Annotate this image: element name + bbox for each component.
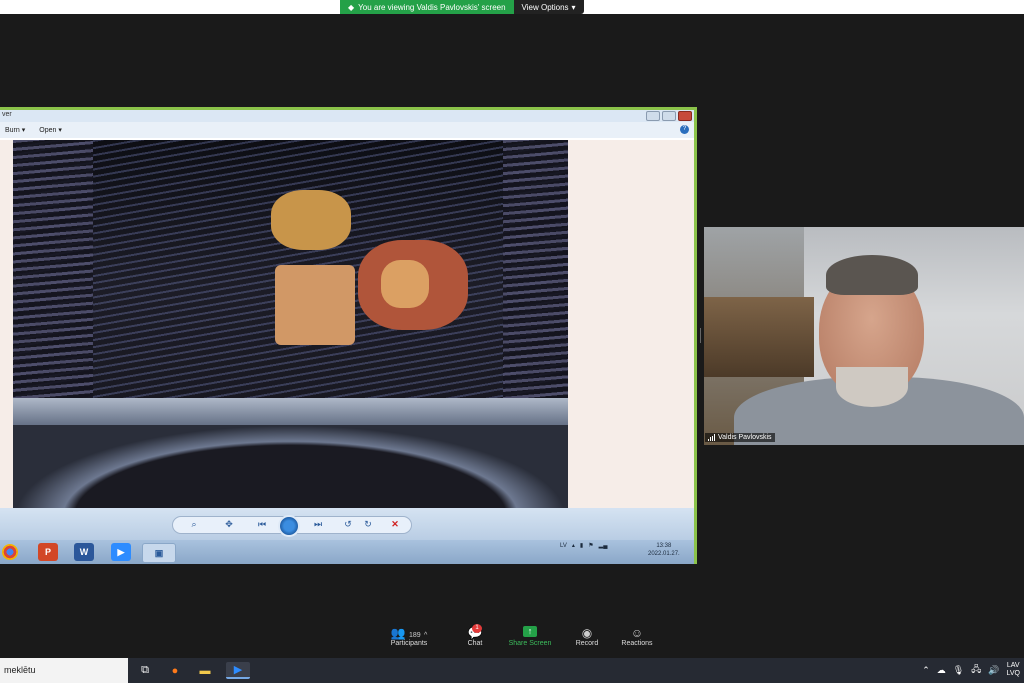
chevron-up-icon[interactable]: ^: [424, 632, 427, 639]
system-tray: ⌃ ☁ 🎙 🖧 🔊 LAV LVQ: [922, 662, 1020, 678]
chat-button[interactable]: 💬 1 Chat: [462, 624, 488, 647]
chevron-up-icon[interactable]: ▴: [572, 542, 575, 549]
zoom-icon[interactable]: ⌕: [187, 517, 201, 531]
task-view-icon[interactable]: ⧉: [136, 662, 154, 679]
clock-time: 13:38: [656, 543, 672, 549]
flag-icon: ⚑: [588, 543, 594, 549]
smiley-icon: ☺: [630, 626, 644, 640]
zoom-icon[interactable]: ▶: [111, 543, 131, 561]
previous-icon[interactable]: ⏮: [255, 517, 269, 531]
next-icon[interactable]: ⏭: [311, 517, 325, 531]
viewing-banner: ◆ You are viewing Valdis Pavlovskis' scr…: [340, 0, 584, 14]
file-explorer-icon[interactable]: ▬: [196, 662, 214, 679]
record-icon: ◉: [581, 626, 593, 640]
signal-icon: ▂▄: [598, 543, 608, 549]
slideshow-icon[interactable]: [278, 515, 300, 537]
tray-lang[interactable]: LV: [560, 543, 567, 549]
firefox-icon[interactable]: ●: [166, 662, 184, 679]
chrome-icon[interactable]: [2, 544, 18, 560]
fit-icon[interactable]: ✥: [222, 517, 236, 531]
window-title: ver: [2, 111, 12, 118]
view-options-label: View Options: [521, 2, 569, 12]
close-icon[interactable]: [678, 111, 692, 121]
chevron-up-icon[interactable]: ⌃: [922, 665, 930, 676]
inner-tray: LV ▴ ▮ ⚑ ▂▄: [560, 542, 608, 550]
shield-icon: ◆: [348, 2, 355, 12]
participants-button[interactable]: 👥 189 ^ Participants: [389, 626, 429, 647]
share-label: Share Screen: [508, 640, 552, 647]
microphone-icon[interactable]: 🎙: [953, 665, 964, 676]
menu-open[interactable]: Open ▾: [39, 126, 62, 134]
photo-viewer-menubar: Burn ▾ Open ▾: [0, 122, 694, 138]
photo-margin-right: [568, 140, 694, 508]
chat-badge: 1: [472, 624, 482, 633]
signal-bars-icon: [708, 434, 715, 441]
viewing-text: You are viewing Valdis Pavlovskis' scree…: [358, 2, 506, 12]
viewing-indicator: ◆ You are viewing Valdis Pavlovskis' scr…: [340, 0, 514, 14]
puppet-photo: [13, 140, 568, 508]
powerpoint-icon[interactable]: P: [38, 543, 58, 561]
taskbar-search[interactable]: meklētu: [0, 658, 128, 683]
inner-clock: 13:38 2022.01.27.: [648, 542, 680, 558]
participants-icon: 👥: [390, 626, 406, 640]
shared-screen: ver Burn ▾ Open ▾ ? ⌕ ✥ ⏮ ⏭ ↺ ↻ ✕ P W ▶ …: [0, 107, 697, 564]
photo-viewer-icon[interactable]: ▣: [142, 543, 176, 563]
record-label: Record: [575, 640, 599, 647]
network-icon[interactable]: 🖧: [971, 662, 981, 678]
share-screen-button[interactable]: ↑ Share Screen: [506, 626, 554, 647]
participant-name: Valdis Pavlovskis: [718, 434, 772, 441]
participants-count: 189: [408, 632, 421, 639]
zoom-taskbar-icon[interactable]: ▶: [226, 662, 250, 679]
menu-burn[interactable]: Burn ▾: [5, 126, 25, 134]
chevron-down-icon: ▾: [571, 2, 576, 12]
chat-label: Chat: [467, 640, 483, 647]
photo-viewer-titlebar: ver: [0, 110, 694, 122]
clock-date: 2022.01.27.: [648, 551, 680, 557]
rotate-right-icon[interactable]: ↻: [361, 517, 375, 531]
minimize-icon[interactable]: [646, 111, 660, 121]
reactions-button[interactable]: ☺ Reactions: [618, 626, 656, 647]
help-icon[interactable]: ?: [680, 125, 689, 134]
maximize-icon[interactable]: [662, 111, 676, 121]
network-icon: ▮: [579, 543, 584, 549]
record-button[interactable]: ◉ Record: [572, 626, 602, 647]
participant-video: [704, 227, 1024, 445]
participants-label: Participants: [390, 640, 428, 647]
participant-name-tag: Valdis Pavlovskis: [705, 433, 775, 442]
zoom-toolbar: 👥 189 ^ Participants 💬 1 Chat ↑ Share Scr…: [0, 622, 1024, 658]
language-indicator[interactable]: LAV LVQ: [1007, 662, 1021, 678]
delete-icon[interactable]: ✕: [388, 517, 402, 531]
photo-margin-left: [0, 140, 13, 508]
photo-viewer-controls: ⌕ ✥ ⏮ ⏭ ↺ ↻ ✕: [0, 508, 694, 540]
view-options-button[interactable]: View Options ▾: [513, 0, 584, 14]
share-arrow-icon: ↑: [523, 626, 537, 637]
reactions-label: Reactions: [621, 640, 653, 647]
rotate-left-icon[interactable]: ↺: [341, 517, 355, 531]
word-icon[interactable]: W: [74, 543, 94, 561]
windows-taskbar: meklētu ⧉ ● ▬ ▶ ⌃ ☁ 🎙 🖧 🔊 LAV LVQ: [0, 658, 1024, 683]
cloud-icon[interactable]: ☁: [937, 665, 946, 676]
volume-icon[interactable]: 🔊: [988, 665, 999, 676]
